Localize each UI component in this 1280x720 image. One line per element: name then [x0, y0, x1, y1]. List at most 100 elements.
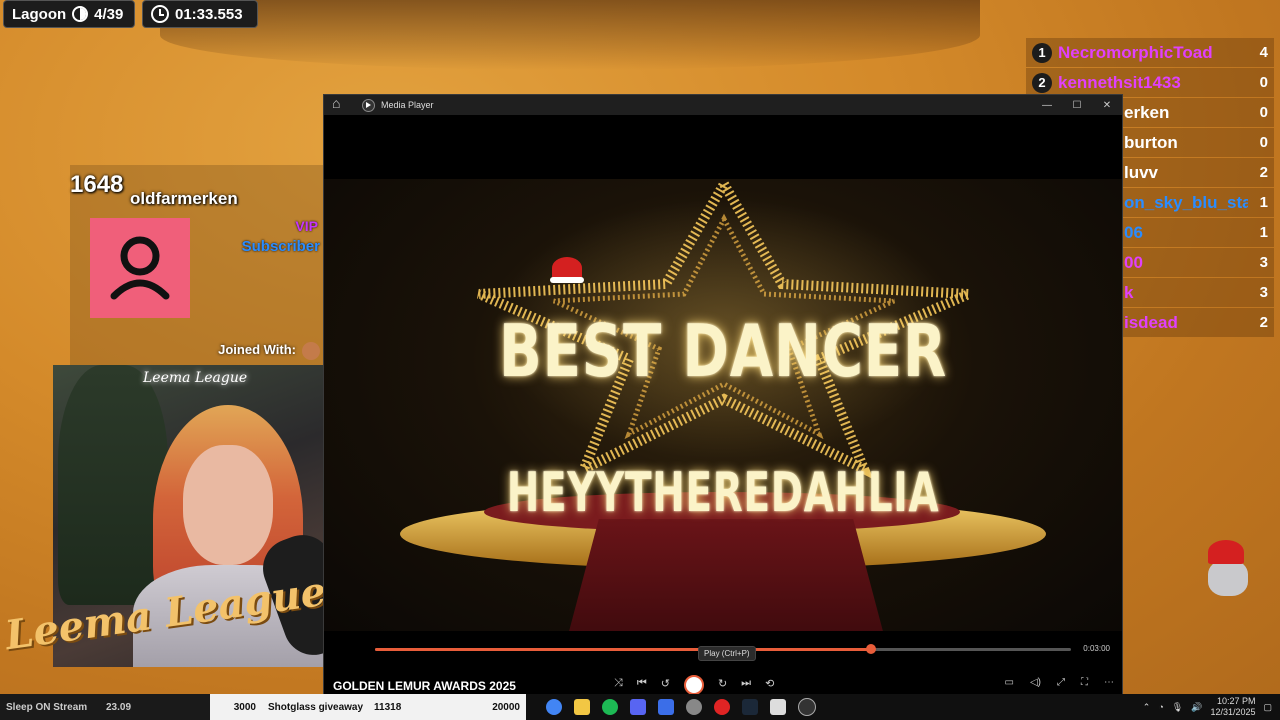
repeat-icon[interactable]: ⟲ — [765, 677, 774, 695]
obs-icon[interactable] — [686, 699, 702, 715]
folder-icon[interactable] — [574, 699, 590, 715]
clock[interactable]: 10:27 PM 12/31/2025 — [1210, 696, 1255, 718]
leaderboard-score: 0 — [1259, 104, 1268, 121]
leaderboard-score: 2 — [1259, 314, 1268, 331]
leaderboard-row: 2 kennethsit1433 0 — [1026, 68, 1274, 97]
leaderboard-score: 1 — [1259, 194, 1268, 211]
progress-icon — [72, 6, 89, 22]
taskbar-apps — [546, 698, 816, 716]
video-frame[interactable]: BEST DANCER HEYYTHEREDAHLIA — [324, 179, 1122, 631]
neon-sign: Leema League — [143, 370, 248, 386]
santa-hat-emote — [550, 257, 584, 283]
timer-value: 01:33.553 — [175, 5, 243, 23]
subscriber-name: oldfarmerken — [130, 189, 238, 208]
clock-icon — [151, 5, 169, 23]
playback-controls: ⤨ ⏮ ↺ ↻ ⏭ ⟲ — [614, 675, 774, 695]
app-icon[interactable] — [658, 699, 674, 715]
leaderboard-score: 2 — [1259, 164, 1268, 181]
window-title: Media Player — [381, 100, 434, 110]
media-player-taskbar-icon[interactable] — [798, 698, 816, 716]
award-winner: HEYYTHEREDAHLIA — [506, 461, 940, 524]
subscriber-tier: Subscriber — [241, 238, 320, 255]
santa-emote — [1200, 540, 1250, 600]
more-icon[interactable]: ⋯ — [1104, 677, 1114, 688]
miniplayer-icon[interactable]: ⤢ — [1057, 677, 1065, 688]
forward-icon[interactable]: ↻ — [718, 677, 727, 695]
timer-pill: 01:33.553 — [142, 0, 258, 28]
game-progress: 4/39 — [94, 5, 124, 23]
network-icon[interactable]: ◔ — [1158, 702, 1163, 712]
volume-icon[interactable]: ◁) — [1030, 677, 1041, 688]
vip-badge: VIP — [295, 218, 318, 234]
subscriber-count: 1648 — [70, 171, 124, 198]
clock-time: 10:27 PM — [1216, 696, 1256, 706]
mic-icon[interactable]: 🎙 — [1172, 702, 1183, 713]
game-label: Lagoon — [12, 5, 67, 23]
user-icon — [110, 236, 170, 300]
secondary-controls: ▭ ◁) ⤢ ⛶ ⋯ — [1005, 677, 1114, 688]
title-bar[interactable]: Media Player — ☐ ✕ — [324, 95, 1122, 115]
close-button[interactable]: ✕ — [1092, 100, 1122, 111]
leaderboard-name: luvv — [1124, 162, 1159, 182]
leaderboard-name: 06 — [1124, 222, 1143, 242]
leaderboard-name: kennethsit1433 — [1058, 72, 1181, 92]
seek-progress — [375, 648, 871, 651]
previous-icon[interactable]: ⏮ — [637, 677, 647, 695]
rank-badge: 2 — [1032, 72, 1052, 93]
giveaway-value: 11318 — [368, 694, 458, 720]
goal-a: 3000 — [210, 694, 262, 720]
now-playing-title: GOLDEN LEMUR AWARDS 2025 — [333, 679, 516, 693]
leaderboard-row: 1 NecromorphicToad 4 — [1026, 38, 1274, 67]
seek-thumb[interactable] — [865, 644, 876, 654]
next-icon[interactable]: ⏭ — [741, 677, 751, 695]
leaderboard-score: 4 — [1259, 44, 1268, 61]
avatar — [90, 218, 190, 318]
notification-icon[interactable]: ▢ — [1263, 702, 1272, 713]
red-carpet — [567, 519, 885, 631]
game-progress-pill: Lagoon 4/39 — [3, 0, 135, 28]
leaderboard-name: 00 — [1124, 252, 1143, 272]
emote-face — [1208, 560, 1248, 596]
media-player-window[interactable]: Media Player — ☐ ✕ BEST DANCER HEYYTHERE… — [323, 94, 1123, 700]
leaderboard-name: NecromorphicToad — [1058, 42, 1213, 62]
leaderboard-score: 0 — [1259, 134, 1268, 151]
bottom-bar: Sleep ON Stream 23.09 3000 Shotglass giv… — [0, 694, 1280, 720]
giveaway-label: Shotglass giveaway — [262, 694, 368, 720]
leaderboard-score: 1 — [1259, 224, 1268, 241]
captions-icon[interactable]: ▭ — [1005, 677, 1014, 688]
rank-badge: 1 — [1032, 42, 1052, 63]
leaderboard-name: burton — [1124, 132, 1178, 152]
shuffle-icon[interactable]: ⤨ — [614, 677, 623, 695]
volume-tray-icon[interactable]: 🔊 — [1191, 702, 1202, 713]
minimize-button[interactable]: — — [1032, 100, 1062, 111]
rewind-icon[interactable]: ↺ — [661, 677, 670, 695]
system-tray: ⌃ ◔ 🎙 🔊 10:27 PM 12/31/2025 ▢ — [1143, 696, 1280, 718]
discord-icon[interactable] — [630, 699, 646, 715]
recorder-icon[interactable] — [714, 699, 730, 715]
subscriber-alert: 1648 oldfarmerken VIP Subscriber Joined … — [70, 165, 324, 365]
media-player-icon — [362, 98, 375, 112]
background-shadow — [160, 0, 980, 70]
home-icon[interactable] — [332, 95, 346, 112]
leaderboard-name: k — [1124, 282, 1134, 302]
chrome-icon[interactable] — [546, 699, 562, 715]
fullscreen-icon[interactable]: ⛶ — [1081, 677, 1088, 688]
leaderboard-name: isdead — [1124, 312, 1178, 332]
spotify-icon[interactable] — [602, 699, 618, 715]
goal-b: 20000 — [458, 694, 526, 720]
leaderboard-score: 3 — [1259, 284, 1268, 301]
leaderboard-name: on_sky_blu_star — [1124, 192, 1248, 212]
ticker-label: Sleep ON Stream — [0, 694, 100, 720]
streamer-face — [183, 445, 273, 565]
steam-icon[interactable] — [742, 699, 758, 715]
clock-date: 12/31/2025 — [1210, 707, 1256, 717]
ticker-value: 23.09 — [100, 694, 210, 720]
play-button[interactable] — [683, 675, 704, 695]
chevron-up-icon[interactable]: ⌃ — [1143, 702, 1151, 713]
notepad-icon[interactable] — [770, 699, 786, 715]
award-title: BEST DANCER — [499, 309, 947, 393]
emote-icon — [302, 342, 320, 360]
maximize-button[interactable]: ☐ — [1062, 100, 1092, 111]
play-tooltip: Play (Ctrl+P) — [698, 646, 756, 661]
santa-hat-icon — [1208, 540, 1244, 564]
